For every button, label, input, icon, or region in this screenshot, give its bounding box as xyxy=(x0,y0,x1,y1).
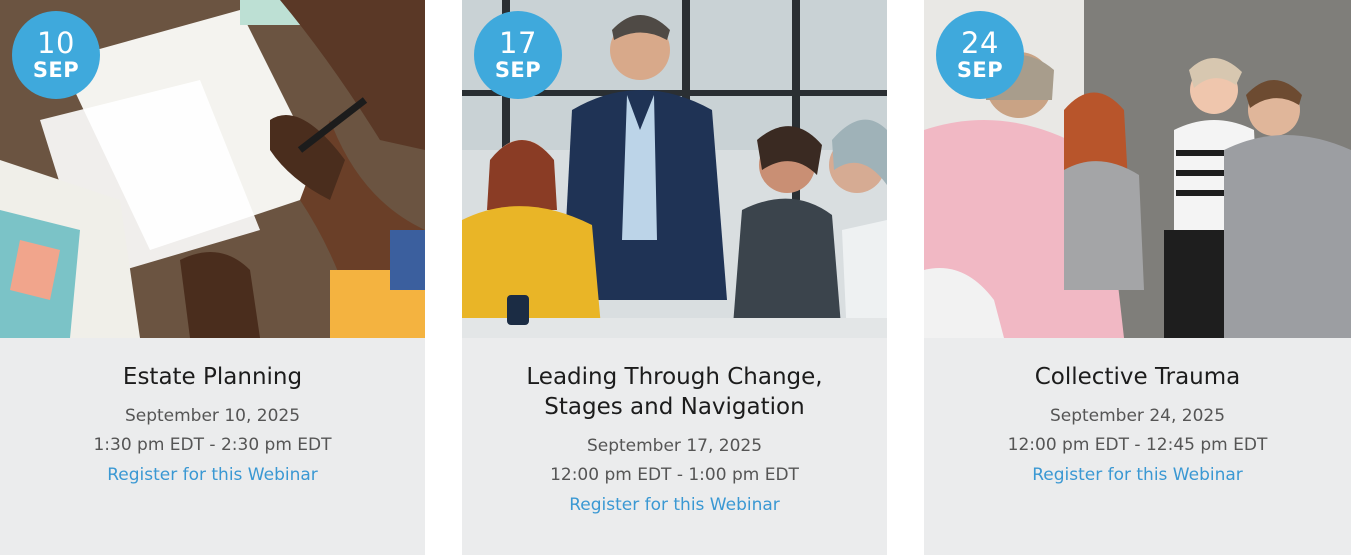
event-photo-support-group[interactable]: 24 SEP xyxy=(924,0,1351,338)
event-time: 12:00 pm EDT - 12:45 pm EDT xyxy=(1007,435,1268,455)
event-photo-document-signing[interactable]: 10 SEP xyxy=(0,0,425,338)
register-webinar-link[interactable]: Register for this Webinar xyxy=(569,490,780,520)
date-badge: 24 SEP xyxy=(936,11,1024,99)
event-details: Leading Through Change, Stages and Navig… xyxy=(462,338,887,520)
event-card-list: 10 SEP Estate Planning September 10, 202… xyxy=(0,0,1351,557)
event-details: Collective Trauma September 24, 2025 12:… xyxy=(924,338,1351,490)
event-title[interactable]: Estate Planning xyxy=(0,362,425,392)
event-date: September 24, 2025 xyxy=(1049,406,1226,426)
event-card-leading-through-change: 17 SEP Leading Through Change, Stages an… xyxy=(462,0,887,555)
event-title[interactable]: Leading Through Change, Stages and Navig… xyxy=(462,362,887,422)
date-month: SEP xyxy=(32,58,80,82)
date-badge: 10 SEP xyxy=(12,11,100,99)
event-details: Estate Planning September 10, 2025 1:30 … xyxy=(0,338,425,490)
date-month: SEP xyxy=(956,58,1004,82)
event-time: 1:30 pm EDT - 2:30 pm EDT xyxy=(93,435,332,455)
date-month: SEP xyxy=(494,58,542,82)
date-day: 17 xyxy=(499,26,537,60)
event-date: September 10, 2025 xyxy=(124,406,301,426)
event-card-estate-planning: 10 SEP Estate Planning September 10, 202… xyxy=(0,0,425,555)
event-date: September 17, 2025 xyxy=(586,436,763,456)
event-time: 12:00 pm EDT - 1:00 pm EDT xyxy=(550,465,799,485)
event-photo-team-meeting[interactable]: 17 SEP xyxy=(462,0,887,338)
register-webinar-link[interactable]: Register for this Webinar xyxy=(1032,460,1243,490)
date-badge: 17 SEP xyxy=(474,11,562,99)
date-day: 24 xyxy=(961,26,999,60)
event-card-collective-trauma: 24 SEP Collective Trauma September 24, 2… xyxy=(924,0,1351,555)
event-title[interactable]: Collective Trauma xyxy=(924,362,1351,392)
register-webinar-link[interactable]: Register for this Webinar xyxy=(107,460,318,490)
date-day: 10 xyxy=(37,26,75,60)
